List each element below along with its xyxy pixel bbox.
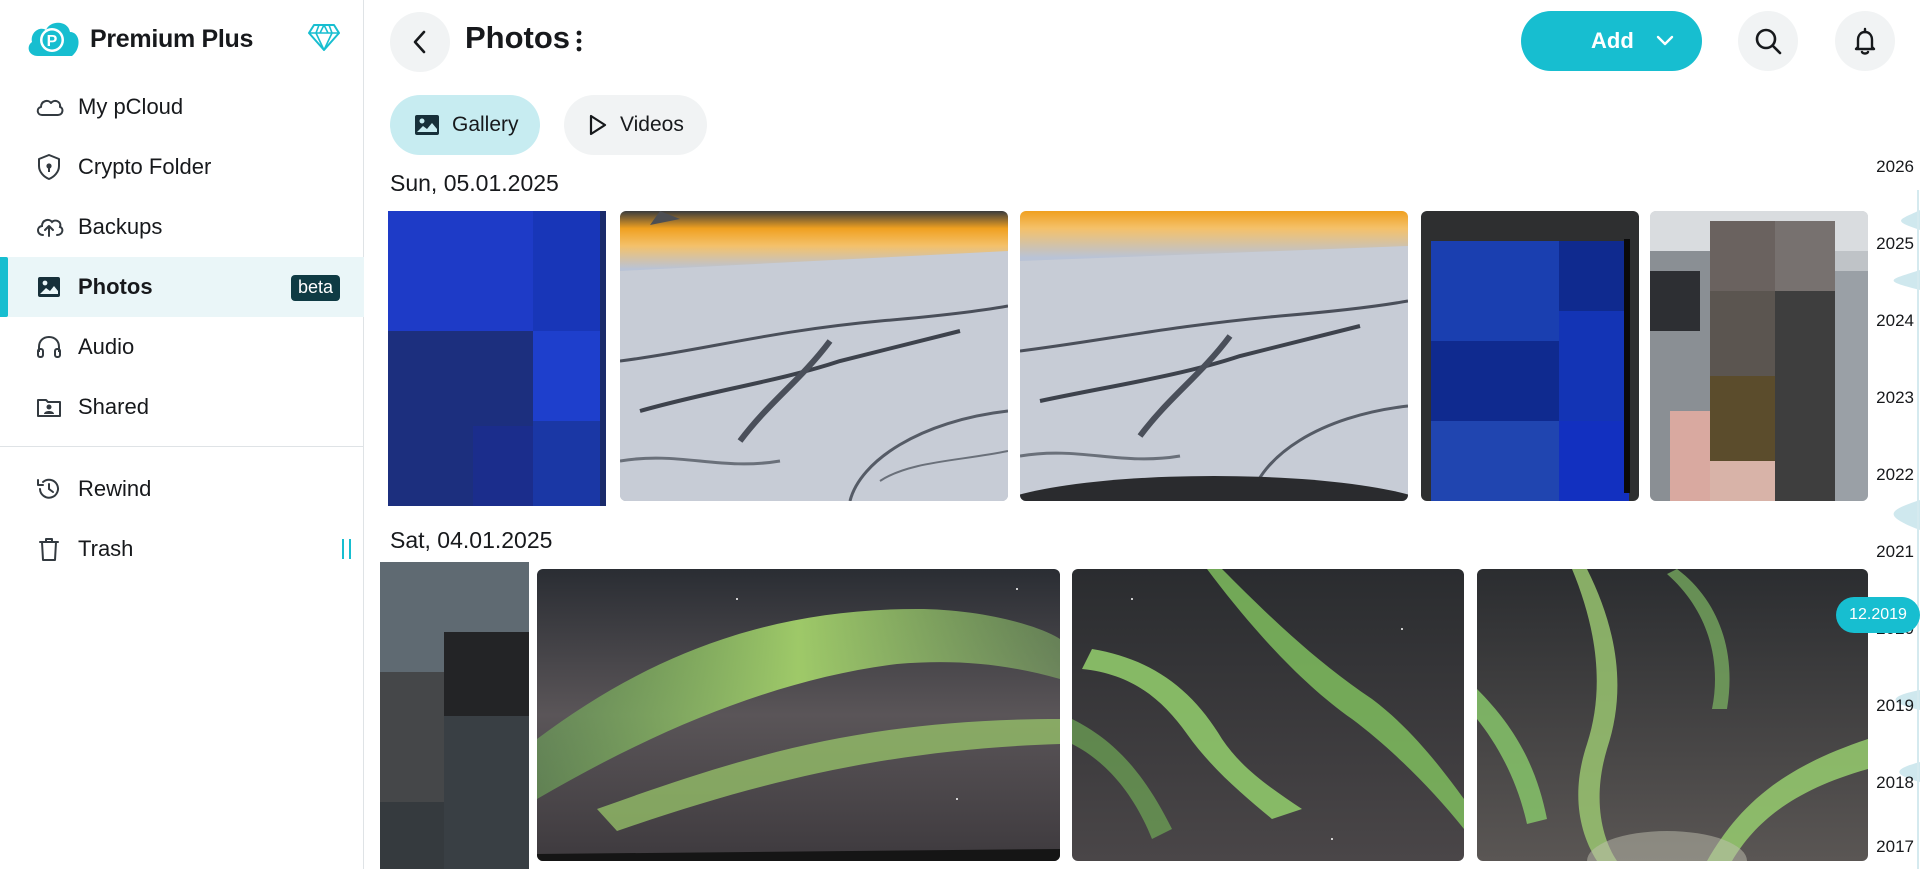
sidebar-item-label: Shared: [78, 394, 149, 419]
chevron-down-icon[interactable]: [1656, 32, 1674, 50]
photo-thumbnail[interactable]: [1072, 569, 1464, 861]
timeline-year[interactable]: 2023: [1876, 388, 1914, 408]
photo-thumbnail[interactable]: [1020, 211, 1408, 501]
photo-thumbnail[interactable]: [388, 211, 606, 506]
play-icon: [588, 113, 608, 137]
aurora-photo: [537, 569, 1060, 861]
sidebar: P Premium Plus My pCloud Crypto Folder B…: [0, 0, 364, 869]
add-button-label: Add: [1591, 28, 1634, 53]
back-arrow-icon: [413, 30, 426, 54]
sidebar-resize-handle[interactable]: [340, 529, 354, 569]
timeline-year[interactable]: 2024: [1876, 311, 1914, 331]
timeline-year[interactable]: 2025: [1876, 234, 1914, 254]
cloud-upload-icon: [34, 212, 64, 242]
timeline-scrubber[interactable]: 2026 2025 2024 2023 2022 2021 2020 2019 …: [1830, 150, 1920, 869]
sidebar-nav: My pCloud Crypto Folder Backups Photos b…: [0, 77, 364, 579]
more-options-button[interactable]: [568, 24, 590, 58]
sidebar-item-shared[interactable]: Shared: [0, 377, 364, 437]
timeline-year[interactable]: 2018: [1876, 773, 1914, 793]
sidebar-item-label: Rewind: [78, 476, 152, 501]
aurora-photo: [1477, 569, 1868, 861]
tab-videos[interactable]: Videos: [564, 95, 707, 155]
trash-icon: [34, 534, 64, 564]
tab-label: Gallery: [452, 113, 519, 136]
timeline-year[interactable]: 2019: [1876, 696, 1914, 716]
sidebar-item-label: Photos: [78, 274, 153, 299]
aerial-snow-photo: [1020, 211, 1408, 501]
sidebar-item-audio[interactable]: Audio: [0, 317, 364, 377]
notifications-button[interactable]: [1835, 11, 1895, 71]
timeline-year[interactable]: 2026: [1876, 157, 1914, 177]
beta-badge: beta: [290, 275, 340, 301]
brand[interactable]: P Premium Plus: [24, 18, 253, 60]
image-icon: [414, 113, 440, 137]
page-title: Photos: [465, 20, 571, 55]
search-icon: [1755, 28, 1782, 55]
bell-icon: [1854, 27, 1876, 55]
date-heading: Sat, 04.01.2025: [390, 527, 553, 553]
photo-thumbnail[interactable]: [380, 562, 529, 869]
date-heading: Sun, 05.01.2025: [390, 170, 559, 196]
back-button[interactable]: [390, 12, 450, 72]
tab-label: Videos: [620, 113, 684, 136]
timeline-year[interactable]: 2017: [1876, 837, 1914, 857]
photo-thumbnail[interactable]: [537, 569, 1060, 861]
headphones-icon: [34, 332, 64, 362]
search-button[interactable]: [1738, 11, 1798, 71]
sidebar-item-crypto-folder[interactable]: Crypto Folder: [0, 137, 364, 197]
sidebar-item-label: My pCloud: [78, 94, 184, 119]
sidebar-item-backups[interactable]: Backups: [0, 197, 364, 257]
redacted-photo: [380, 562, 529, 869]
sidebar-item-my-pcloud[interactable]: My pCloud: [0, 77, 364, 137]
sidebar-item-label: Trash: [78, 536, 134, 561]
aerial-snow-photo: [620, 211, 1008, 501]
timeline-year[interactable]: 2022: [1876, 465, 1914, 485]
timeline-year[interactable]: 2021: [1876, 542, 1914, 562]
photo-thumbnail[interactable]: [1421, 211, 1639, 501]
redacted-photo: [1421, 211, 1639, 501]
timeline-current-badge[interactable]: 12.2019: [1836, 597, 1920, 633]
svg-text:P: P: [47, 33, 58, 50]
sidebar-item-trash[interactable]: Trash: [0, 519, 364, 579]
photo-thumbnail[interactable]: [1477, 569, 1868, 861]
image-icon: [34, 272, 64, 302]
sidebar-item-label: Backups: [78, 214, 163, 239]
sidebar-item-label: Audio: [78, 334, 135, 359]
diamond-icon[interactable]: [308, 22, 340, 52]
sidebar-item-rewind[interactable]: Rewind: [0, 459, 364, 519]
shield-lock-icon: [34, 152, 64, 182]
photo-thumbnail[interactable]: [620, 211, 1008, 501]
sidebar-item-photos[interactable]: Photos beta: [0, 257, 364, 317]
aurora-photo: [1072, 569, 1464, 861]
sidebar-item-label: Crypto Folder: [78, 154, 212, 179]
cloud-icon: [34, 92, 64, 122]
shared-folder-icon: [34, 392, 64, 422]
tab-gallery[interactable]: Gallery: [390, 95, 540, 155]
redacted-photo: [388, 211, 606, 506]
pcloud-logo-icon: P: [28, 22, 79, 56]
history-icon: [34, 474, 64, 504]
kebab-menu-icon: [576, 30, 582, 52]
sidebar-divider: [0, 446, 364, 447]
add-button[interactable]: Add: [1521, 11, 1702, 71]
timeline-density-graph: [1893, 190, 1920, 869]
plan-name: Premium Plus: [90, 24, 254, 53]
